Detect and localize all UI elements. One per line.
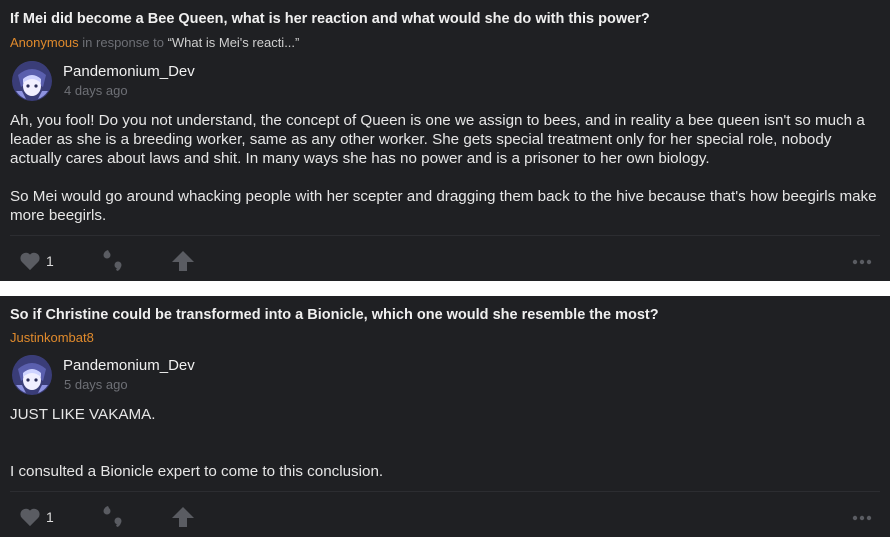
like-count: 1 — [46, 253, 54, 269]
author-name[interactable]: Pandemonium_Dev — [63, 63, 195, 80]
body-paragraph: Ah, you fool! Do you not understand, the… — [10, 112, 865, 167]
asker-name[interactable]: Justinkombat8 — [10, 330, 94, 345]
divider — [10, 491, 880, 492]
boost-button[interactable] — [171, 246, 195, 276]
quote-icon — [102, 506, 124, 528]
post-time[interactable]: 4 days ago — [64, 83, 128, 98]
action-bar: 1 — [0, 502, 890, 532]
quote-icon — [102, 250, 124, 272]
boost-button[interactable] — [171, 502, 195, 532]
more-options-button[interactable] — [852, 246, 872, 276]
question-title[interactable]: So if Christine could be transformed int… — [10, 307, 659, 323]
boost-arrow-icon — [171, 506, 195, 528]
quote-button[interactable] — [102, 502, 124, 532]
like-count: 1 — [46, 509, 54, 525]
boost-arrow-icon — [171, 250, 195, 272]
post-body: JUST LIKE VAKAMA. I consulted a Bionicle… — [10, 405, 880, 481]
avatar[interactable] — [12, 355, 52, 395]
more-dots-icon — [852, 508, 872, 526]
more-options-button[interactable] — [852, 502, 872, 532]
asker-name[interactable]: Anonymous — [10, 35, 79, 50]
body-paragraph: So Mei would go around whacking people w… — [10, 188, 877, 224]
post-body: Ah, you fool! Do you not understand, the… — [10, 111, 880, 225]
author-name[interactable]: Pandemonium_Dev — [63, 357, 195, 374]
action-bar: 1 — [0, 246, 890, 276]
like-button[interactable]: 1 — [19, 502, 54, 532]
heart-icon — [19, 251, 41, 271]
asker-line: Justinkombat8 — [10, 330, 94, 345]
heart-icon — [19, 507, 41, 527]
quote-button[interactable] — [102, 246, 124, 276]
more-dots-icon — [852, 252, 872, 270]
in-response-label: in response to — [82, 35, 164, 50]
quote-reference-link[interactable]: “What is Mei's reacti...” — [168, 35, 300, 50]
post-time[interactable]: 5 days ago — [64, 377, 128, 392]
avatar[interactable] — [12, 61, 52, 101]
body-paragraph: JUST LIKE VAKAMA. — [10, 406, 156, 423]
divider — [10, 235, 880, 236]
body-paragraph: I consulted a Bionicle expert to come to… — [10, 463, 384, 480]
question-title[interactable]: If Mei did become a Bee Queen, what is h… — [10, 11, 650, 27]
asker-line: Anonymous in response to “What is Mei's … — [10, 35, 299, 50]
post-card: So if Christine could be transformed int… — [0, 296, 890, 537]
like-button[interactable]: 1 — [19, 246, 54, 276]
post-card: If Mei did become a Bee Queen, what is h… — [0, 0, 890, 281]
